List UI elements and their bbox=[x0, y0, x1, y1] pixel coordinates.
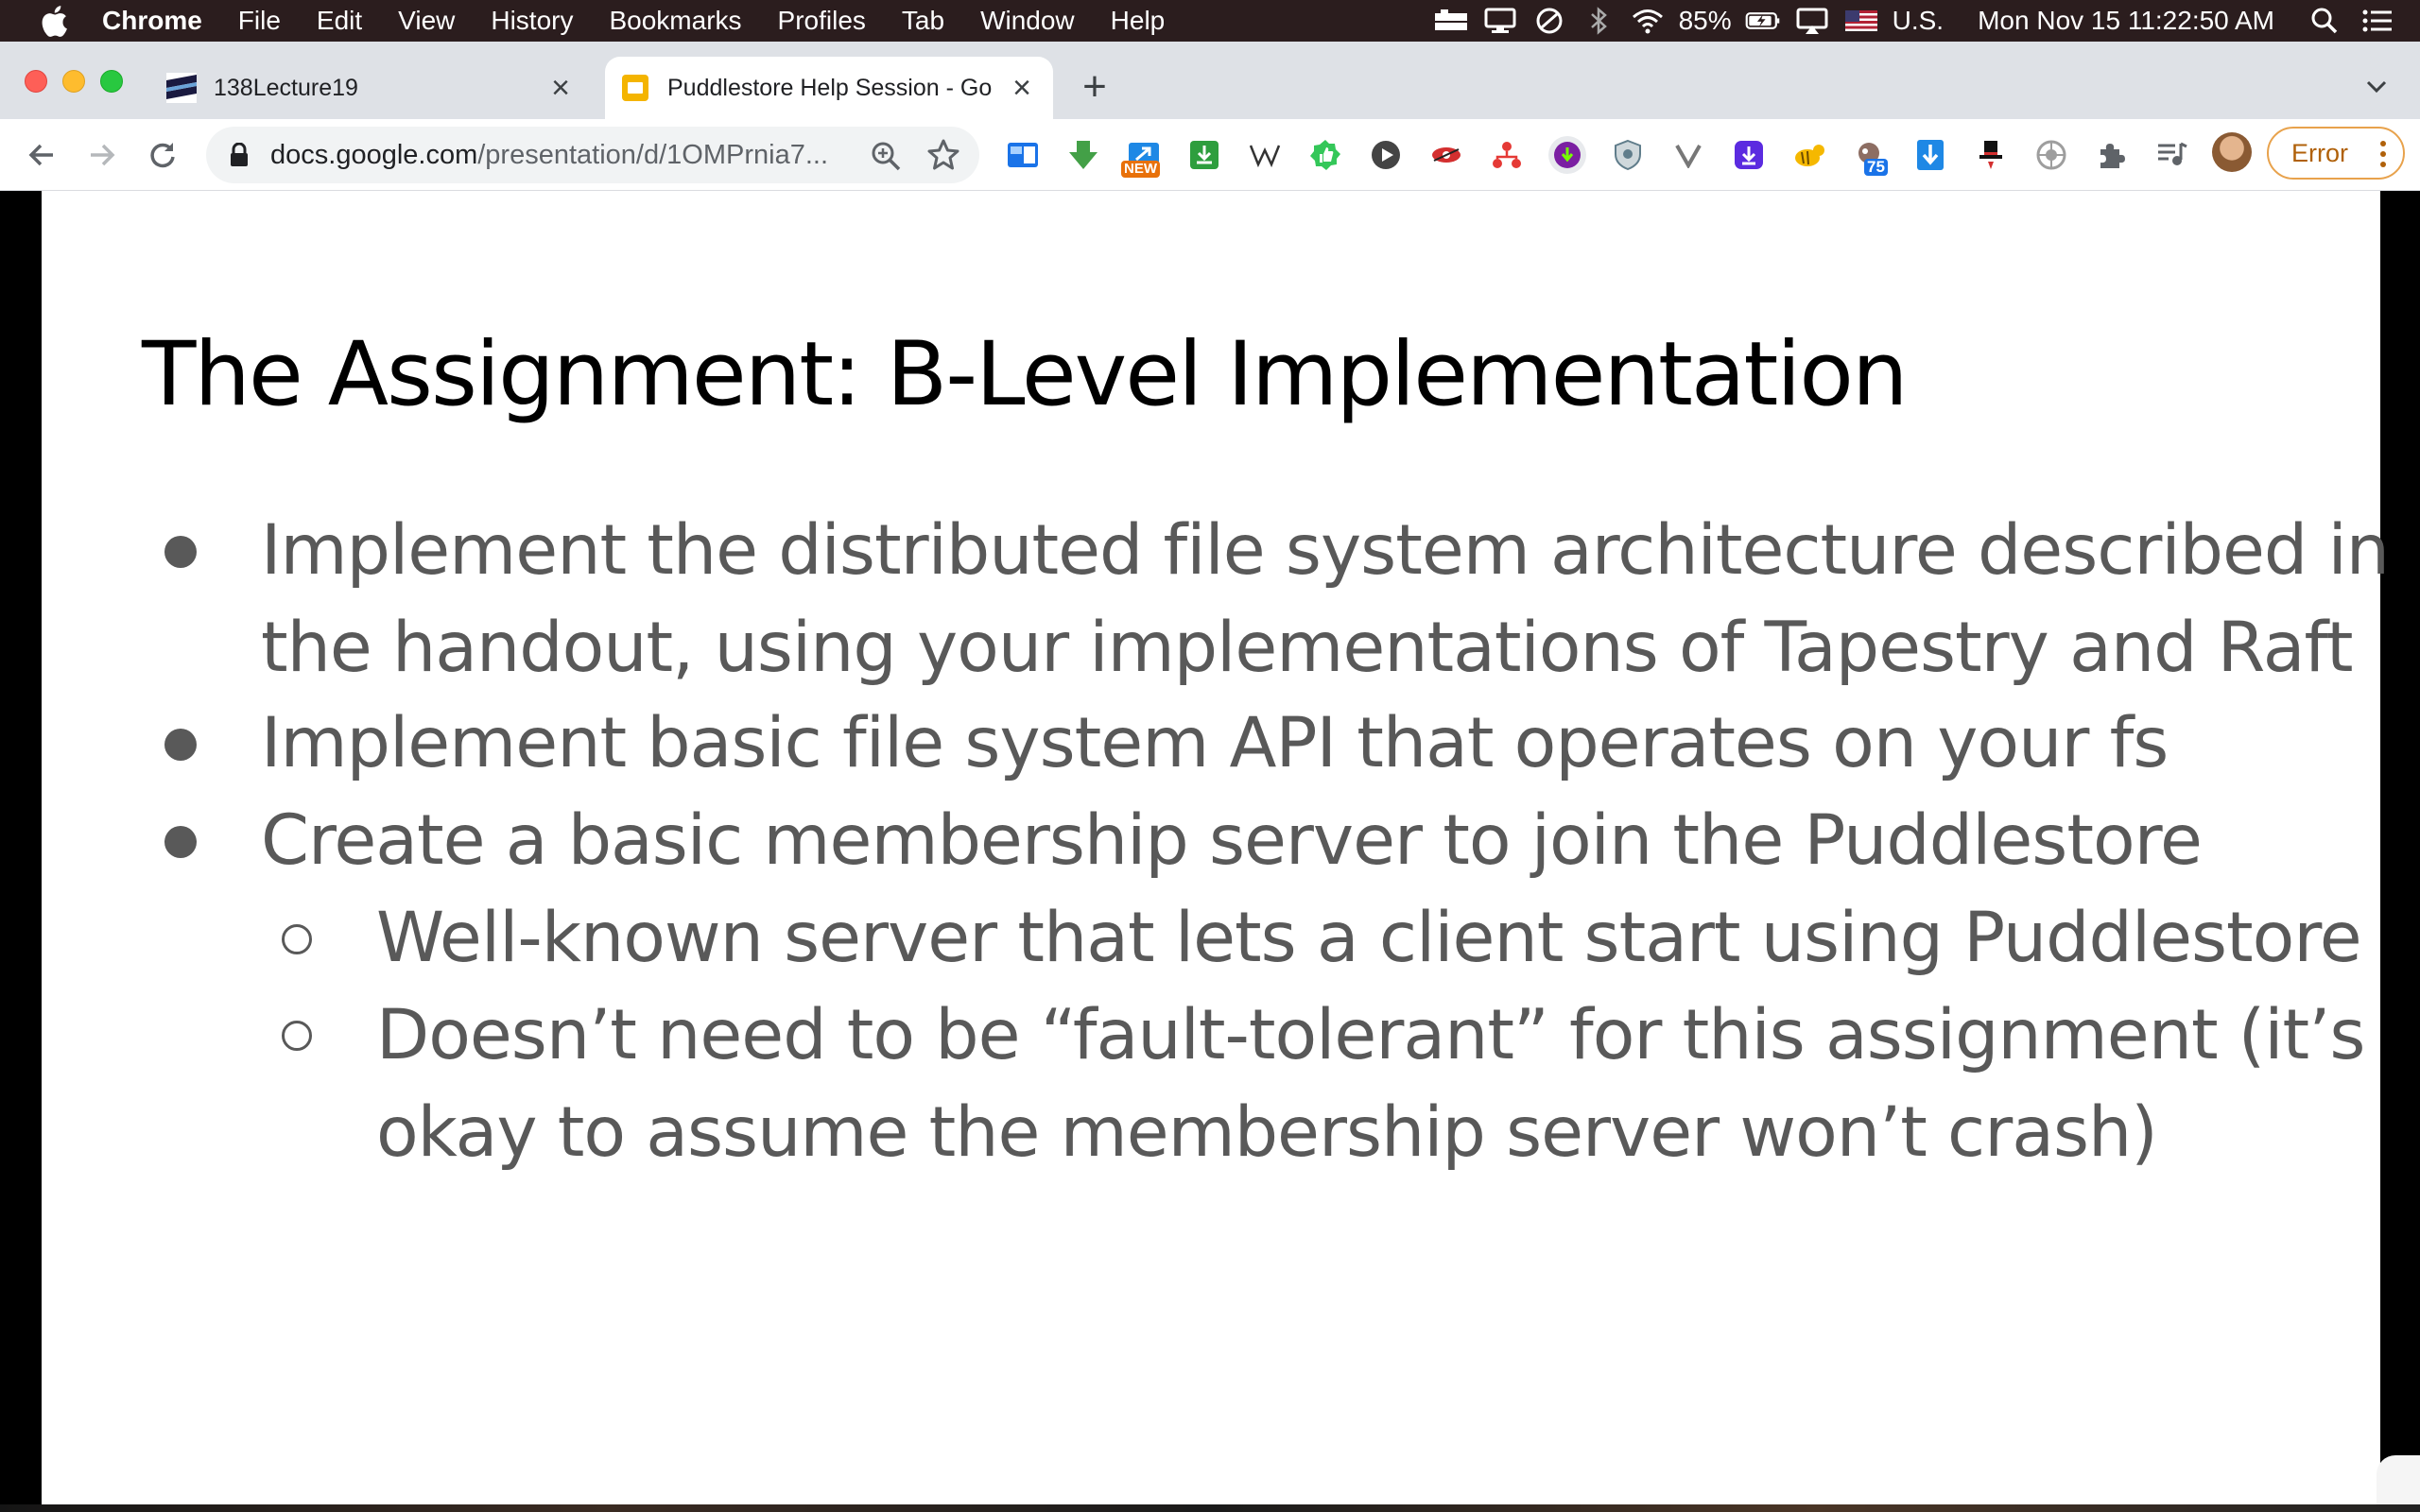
slide-title: The Assignment: B-Level Implementation bbox=[142, 323, 1909, 426]
error-label: Error bbox=[2291, 138, 2348, 167]
menu-app-name[interactable]: Chrome bbox=[102, 6, 202, 36]
bullet-dot-icon bbox=[164, 536, 197, 568]
url-path: /presentation/d/1OMPrnia7... bbox=[477, 139, 829, 170]
parallels-icon[interactable] bbox=[1433, 7, 1469, 35]
airplay-icon[interactable] bbox=[1794, 7, 1830, 35]
lock-icon[interactable] bbox=[229, 142, 250, 167]
web-gear-extension-icon[interactable] bbox=[2032, 136, 2070, 174]
extensions-puzzle-icon[interactable] bbox=[2093, 136, 2131, 174]
tab-strip: 138Lecture19 × Puddlestore Help Session … bbox=[0, 42, 2420, 119]
count-badge: 75 bbox=[1864, 159, 1888, 176]
macos-menu-bar: Chrome File Edit View History Bookmarks … bbox=[0, 0, 2420, 42]
menu-edit[interactable]: Edit bbox=[317, 6, 362, 36]
bullet-dot-icon bbox=[164, 826, 197, 858]
tab-close-icon[interactable]: × bbox=[546, 70, 575, 106]
presentation-slide: The Assignment: B-Level Implementation I… bbox=[42, 191, 2390, 1504]
status-area: 85% U.S. Mon Nov 15 11:22:50 AM bbox=[1420, 0, 2420, 42]
top-hat-extension-icon[interactable] bbox=[1972, 136, 2010, 174]
bullet-2-line-1: Implement basic file system API that ope… bbox=[261, 703, 2169, 783]
url-text[interactable]: docs.google.com/presentation/d/1OMPrnia7… bbox=[270, 140, 828, 171]
v-extension-icon[interactable] bbox=[1669, 136, 1707, 174]
media-controls-icon[interactable] bbox=[2153, 136, 2191, 174]
display-icon[interactable] bbox=[1482, 7, 1518, 35]
input-source-label[interactable]: U.S. bbox=[1893, 6, 1944, 36]
sub-bullet-circle-icon bbox=[282, 924, 312, 954]
green-download-arrow-extension-icon[interactable] bbox=[1064, 136, 1102, 174]
bluetooth-icon[interactable] bbox=[1581, 7, 1616, 35]
shield-extension-icon[interactable] bbox=[1609, 136, 1647, 174]
tab-close-icon[interactable]: × bbox=[1008, 70, 1036, 106]
subbullet-2-line-2: okay to assume the membership server won… bbox=[376, 1092, 2158, 1173]
profile-error-button[interactable]: Error bbox=[2267, 127, 2405, 180]
tiger-extension-icon[interactable] bbox=[1790, 136, 1828, 174]
bookmark-star-icon[interactable] bbox=[926, 138, 960, 172]
more-vertical-icon[interactable] bbox=[2378, 140, 2388, 168]
do-not-disturb-icon[interactable] bbox=[1531, 7, 1567, 35]
menu-bookmarks[interactable]: Bookmarks bbox=[609, 6, 741, 36]
menu-file[interactable]: File bbox=[238, 6, 281, 36]
battery-percent[interactable]: 85% bbox=[1679, 6, 1732, 36]
url-domain: docs.google.com bbox=[270, 139, 478, 170]
desktop-wallpaper-strip bbox=[0, 1504, 2420, 1512]
tab-138lecture19[interactable]: 138Lecture19 × bbox=[166, 57, 592, 119]
tab-search-chevron-down-icon[interactable] bbox=[2360, 70, 2394, 104]
tab-manager-extension-icon[interactable] bbox=[1004, 136, 1042, 174]
window-close-button[interactable] bbox=[25, 70, 47, 93]
sub-bullet-circle-icon bbox=[282, 1021, 312, 1051]
back-arrow-icon[interactable] bbox=[23, 136, 60, 174]
play-circle-extension-icon[interactable] bbox=[1367, 136, 1405, 174]
bullet-3-line-1: Create a basic membership server to join… bbox=[261, 800, 2203, 881]
bullet-1-line-2: the handout, using your implementations … bbox=[261, 608, 2354, 688]
window-minimize-button[interactable] bbox=[62, 70, 85, 93]
thumbs-up-extension-icon[interactable] bbox=[1306, 136, 1344, 174]
tab-title: 138Lecture19 bbox=[214, 74, 358, 101]
forward-arrow-icon[interactable] bbox=[83, 136, 121, 174]
apple-menu-icon[interactable] bbox=[38, 5, 70, 37]
tab-puddlestore-help-session[interactable]: Puddlestore Help Session - Go × bbox=[605, 57, 1053, 119]
green-save-extension-icon[interactable] bbox=[1185, 136, 1223, 174]
purple-shield-download-extension-icon[interactable] bbox=[1548, 136, 1586, 174]
page-corner-curl bbox=[2377, 1455, 2420, 1512]
google-slides-favicon-icon bbox=[620, 73, 650, 103]
wikipedia-extension-icon[interactable] bbox=[1246, 136, 1284, 174]
network-tree-extension-icon[interactable] bbox=[1488, 136, 1526, 174]
bullet-dot-icon bbox=[164, 729, 197, 761]
subbullet-2-line-1: Doesn’t need to be “fault-tolerant” for … bbox=[376, 995, 2365, 1075]
menu-history[interactable]: History bbox=[491, 6, 573, 36]
reload-icon[interactable] bbox=[144, 136, 182, 174]
profile-avatar[interactable] bbox=[2212, 132, 2252, 172]
us-flag-icon[interactable] bbox=[1843, 7, 1879, 35]
clock[interactable]: Mon Nov 15 11:22:50 AM bbox=[1978, 6, 2274, 36]
browser-toolbar: docs.google.com/presentation/d/1OMPrnia7… bbox=[0, 119, 2420, 191]
menu-help[interactable]: Help bbox=[1111, 6, 1166, 36]
battery-charging-icon[interactable] bbox=[1745, 7, 1781, 35]
window-zoom-button[interactable] bbox=[100, 70, 123, 93]
red-eye-extension-icon[interactable] bbox=[1427, 136, 1465, 174]
menu-profiles[interactable]: Profiles bbox=[778, 6, 866, 36]
new-tab-plus-icon[interactable]: + bbox=[1076, 63, 1114, 110]
wifi-icon[interactable] bbox=[1630, 7, 1666, 35]
tab-title: Puddlestore Help Session - Go bbox=[667, 74, 993, 101]
notification-center-icon[interactable] bbox=[2360, 7, 2395, 35]
new-badge: NEW bbox=[1121, 161, 1160, 178]
badge-75-extension-icon[interactable]: 75 bbox=[1851, 136, 1889, 176]
bullet-1-line-1: Implement the distributed file system ar… bbox=[261, 510, 2390, 591]
address-bar[interactable]: docs.google.com/presentation/d/1OMPrnia7… bbox=[206, 127, 979, 183]
blue-download-extension-icon[interactable] bbox=[1911, 136, 1949, 174]
menu-view[interactable]: View bbox=[398, 6, 455, 36]
lecture-favicon-icon bbox=[166, 73, 197, 103]
purple-download-extension-icon[interactable] bbox=[1730, 136, 1768, 174]
menu-tab[interactable]: Tab bbox=[902, 6, 944, 36]
new-extension-icon[interactable]: NEW bbox=[1121, 136, 1163, 178]
zoom-icon[interactable] bbox=[870, 140, 902, 172]
subbullet-1-line-1: Well-known server that lets a client sta… bbox=[376, 898, 2362, 978]
menu-window[interactable]: Window bbox=[980, 6, 1075, 36]
spotlight-search-icon[interactable] bbox=[2307, 7, 2342, 35]
